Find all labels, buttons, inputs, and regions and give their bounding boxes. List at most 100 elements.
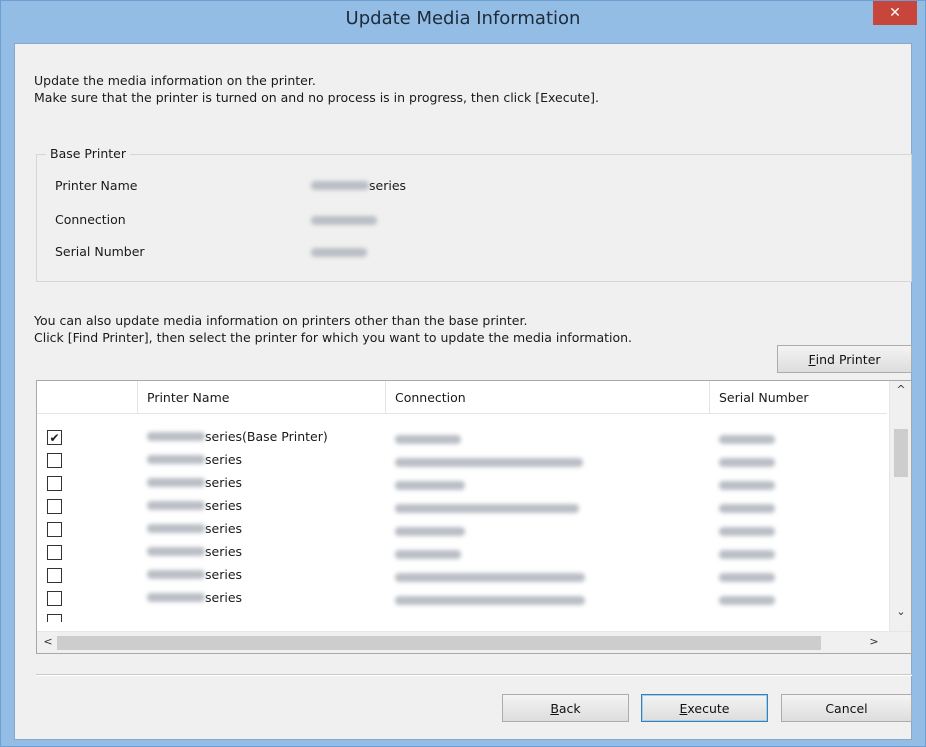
row-checkbox[interactable] bbox=[47, 591, 62, 606]
redacted-printer-model bbox=[147, 570, 205, 579]
redacted-printer-model bbox=[147, 547, 205, 556]
column-header-connection[interactable]: Connection bbox=[386, 381, 710, 414]
row-checkbox[interactable] bbox=[47, 499, 62, 514]
printer-list[interactable]: Printer Name Connection Serial Number ✔ … bbox=[36, 380, 912, 654]
table-row-partial[interactable] bbox=[37, 610, 887, 622]
connection-label: Connection bbox=[55, 212, 126, 227]
redacted-serial-number bbox=[719, 550, 775, 559]
table-row[interactable]: series bbox=[37, 495, 887, 518]
row-serial-number bbox=[719, 479, 775, 494]
row-serial-number bbox=[719, 571, 775, 586]
row-serial-number bbox=[719, 594, 775, 609]
table-row[interactable]: series bbox=[37, 518, 887, 541]
other-printers-line-1: You can also update media information on… bbox=[34, 313, 528, 328]
redacted-connection bbox=[395, 550, 461, 559]
row-printer-name: series bbox=[147, 567, 242, 582]
scroll-up-icon[interactable]: ^ bbox=[890, 383, 911, 396]
row-serial-number bbox=[719, 548, 775, 563]
row-checkbox[interactable] bbox=[47, 545, 62, 560]
table-row[interactable]: series bbox=[37, 587, 887, 610]
row-checkbox[interactable] bbox=[47, 522, 62, 537]
row-serial-number bbox=[719, 433, 775, 448]
row-checkbox[interactable]: ✔ bbox=[47, 430, 62, 445]
window-title: Update Media Information bbox=[345, 8, 581, 29]
find-printer-button[interactable]: Find Printer bbox=[777, 345, 912, 373]
redacted-serial-number bbox=[719, 527, 775, 536]
row-connection bbox=[395, 525, 465, 540]
row-name-suffix: series bbox=[205, 452, 243, 467]
redacted-connection bbox=[395, 435, 461, 444]
row-checkbox[interactable] bbox=[47, 476, 62, 491]
row-name-suffix: series bbox=[205, 544, 243, 559]
close-button[interactable]: ✕ bbox=[873, 1, 917, 25]
printer-name-label: Printer Name bbox=[55, 178, 138, 193]
dialog-client-area: Update the media information on the prin… bbox=[14, 43, 912, 740]
redacted-connection bbox=[395, 504, 579, 513]
row-connection bbox=[395, 433, 461, 448]
redacted-printer-model bbox=[147, 432, 205, 441]
intro-line-2: Make sure that the printer is turned on … bbox=[34, 90, 599, 105]
redacted-printer-model bbox=[147, 501, 205, 510]
table-row[interactable]: series bbox=[37, 472, 887, 495]
scroll-left-icon[interactable]: < bbox=[37, 635, 59, 648]
serial-number-value bbox=[311, 248, 367, 257]
title-bar[interactable]: Update Media Information ✕ bbox=[1, 1, 925, 35]
row-printer-name: series(Base Printer) bbox=[147, 429, 328, 444]
column-header-serial-number[interactable]: Serial Number bbox=[710, 381, 887, 414]
back-accel: B bbox=[550, 700, 559, 716]
row-checkbox[interactable] bbox=[47, 453, 62, 468]
execute-accel: E bbox=[679, 700, 688, 716]
row-connection bbox=[395, 594, 585, 609]
find-printer-accel: F bbox=[808, 351, 816, 367]
intro-line-1: Update the media information on the prin… bbox=[34, 73, 316, 88]
redacted-connection bbox=[395, 527, 465, 536]
row-serial-number bbox=[719, 525, 775, 540]
cancel-button[interactable]: Cancel bbox=[781, 694, 912, 722]
vertical-scrollbar[interactable]: ^ ⌄ bbox=[889, 381, 911, 632]
redacted-printer-model bbox=[147, 593, 205, 602]
redacted-printer-model bbox=[311, 181, 369, 190]
redacted-serial-number bbox=[719, 596, 775, 605]
column-header-check[interactable] bbox=[37, 381, 138, 414]
redacted-serial-number bbox=[311, 248, 367, 257]
row-checkbox[interactable] bbox=[47, 614, 62, 622]
column-header-printer-name[interactable]: Printer Name bbox=[138, 381, 386, 414]
printer-name-suffix: series bbox=[369, 178, 407, 193]
horizontal-scroll-thumb[interactable] bbox=[57, 636, 821, 650]
row-name-suffix: series bbox=[205, 567, 243, 582]
checkmark-icon: ✔ bbox=[49, 430, 60, 445]
table-row[interactable]: series bbox=[37, 541, 887, 564]
redacted-serial-number bbox=[719, 573, 775, 582]
table-row[interactable]: ✔ series(Base Printer) bbox=[37, 426, 887, 449]
vertical-scroll-thumb[interactable] bbox=[894, 429, 908, 477]
printer-name-value: series bbox=[311, 178, 406, 193]
other-printers-text: You can also update media information on… bbox=[34, 312, 632, 346]
dialog-window: Update Media Information ✕ Update the me… bbox=[0, 0, 926, 747]
row-name-suffix: series bbox=[205, 590, 243, 605]
redacted-serial-number bbox=[719, 481, 775, 490]
row-name-suffix: series bbox=[205, 498, 243, 513]
back-button[interactable]: Back bbox=[502, 694, 629, 722]
table-row[interactable]: series bbox=[37, 449, 887, 472]
row-printer-name: series bbox=[147, 521, 242, 536]
scroll-right-icon[interactable]: > bbox=[863, 635, 885, 648]
row-connection bbox=[395, 502, 579, 517]
row-connection bbox=[395, 548, 461, 563]
serial-number-label: Serial Number bbox=[55, 244, 145, 259]
row-name-suffix: series(Base Printer) bbox=[205, 429, 328, 444]
row-printer-name: series bbox=[147, 590, 242, 605]
horizontal-scrollbar[interactable]: < > bbox=[37, 631, 911, 653]
row-printer-name: series bbox=[147, 475, 242, 490]
row-checkbox[interactable] bbox=[47, 568, 62, 583]
base-printer-legend: Base Printer bbox=[46, 146, 130, 161]
base-printer-group: Base Printer Printer Name series Connect… bbox=[36, 146, 912, 282]
redacted-printer-model bbox=[147, 478, 205, 487]
table-row[interactable]: series bbox=[37, 564, 887, 587]
row-serial-number bbox=[719, 456, 775, 471]
row-name-suffix: series bbox=[205, 475, 243, 490]
scroll-down-icon[interactable]: ⌄ bbox=[890, 605, 911, 618]
row-serial-number bbox=[719, 502, 775, 517]
execute-button[interactable]: Execute bbox=[641, 694, 768, 722]
other-printers-line-2: Click [Find Printer], then select the pr… bbox=[34, 330, 633, 345]
row-printer-name: series bbox=[147, 544, 242, 559]
